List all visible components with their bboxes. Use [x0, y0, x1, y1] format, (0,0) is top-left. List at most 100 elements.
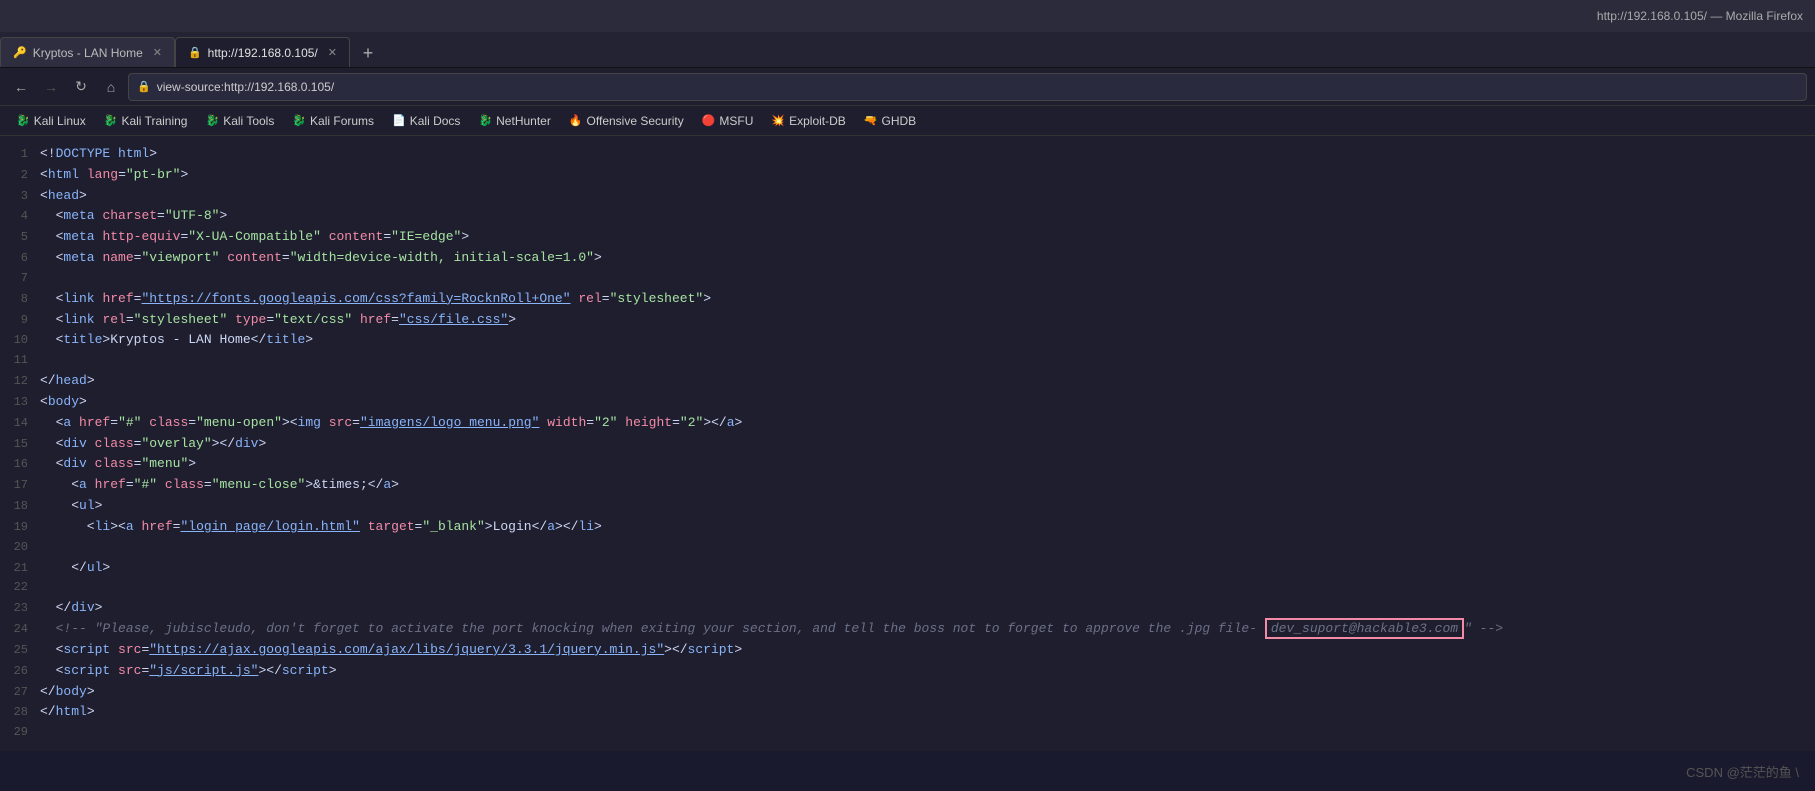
source-line-9: 9 <link rel="stylesheet" type="text/css"…: [0, 310, 1815, 331]
line-number: 29: [0, 723, 40, 742]
footer-watermark: CSDN @茫茫的鱼 \: [1686, 762, 1799, 781]
kali-linux-icon: 🐉: [16, 114, 30, 127]
line-number: 21: [0, 559, 40, 578]
source-line-21: 21 </ul>: [0, 558, 1815, 579]
source-line-4: 4 <meta charset="UTF-8">: [0, 206, 1815, 227]
line-number: 27: [0, 683, 40, 702]
source-line-2: 2<html lang="pt-br">: [0, 165, 1815, 186]
tab-source[interactable]: 🔒 http://192.168.0.105/ ✕: [175, 37, 350, 67]
tab-source-close-btn[interactable]: ✕: [328, 46, 337, 59]
offensive-security-icon: 🔥: [569, 114, 583, 127]
bookmark-nethunter[interactable]: 🐉 NetHunter: [470, 112, 558, 130]
tab-close-btn[interactable]: ✕: [153, 46, 162, 59]
source-line-29: 29: [0, 723, 1815, 743]
bookmark-msfu[interactable]: 🔴 MSFU: [694, 112, 762, 130]
tab-label: Kryptos - LAN Home: [33, 46, 143, 60]
line-content: <link href="https://fonts.googleapis.com…: [40, 289, 711, 310]
line-number: 4: [0, 207, 40, 226]
titlebar: http://192.168.0.105/ — Mozilla Firefox: [0, 0, 1815, 32]
source-line-26: 26 <script src="js/script.js"></script>: [0, 661, 1815, 682]
bookmark-offensive-security-label: Offensive Security: [587, 114, 684, 128]
line-content: </div>: [40, 598, 102, 619]
source-line-24: 24 <!-- "Please, jubiscleudo, don't forg…: [0, 619, 1815, 640]
line-number: 13: [0, 393, 40, 412]
tab-favicon: 🔑: [13, 46, 27, 59]
kali-docs-icon: 📄: [392, 114, 406, 127]
line-number: 7: [0, 269, 40, 288]
bookmark-offensive-security[interactable]: 🔥 Offensive Security: [561, 112, 692, 130]
bookmark-kali-tools-label: Kali Tools: [223, 114, 274, 128]
address-text: view-source:http://192.168.0.105/: [157, 80, 334, 94]
source-line-3: 3<head>: [0, 186, 1815, 207]
line-number: 14: [0, 414, 40, 433]
source-line-23: 23 </div>: [0, 598, 1815, 619]
line-content: <a href="#" class="menu-close">&times;</…: [40, 475, 399, 496]
bookmark-kali-training-label: Kali Training: [121, 114, 187, 128]
tab-kryptos[interactable]: 🔑 Kryptos - LAN Home ✕: [0, 37, 175, 67]
source-line-18: 18 <ul>: [0, 496, 1815, 517]
source-line-7: 7: [0, 269, 1815, 289]
source-line-19: 19 <li><a href="login_page/login.html" t…: [0, 517, 1815, 538]
line-content: <!DOCTYPE html>: [40, 144, 157, 165]
line-content: <html lang="pt-br">: [40, 165, 188, 186]
bookmark-kali-linux[interactable]: 🐉 Kali Linux: [8, 112, 94, 130]
source-line-22: 22: [0, 578, 1815, 598]
line-number: 6: [0, 249, 40, 268]
forward-button[interactable]: →: [38, 74, 64, 100]
source-line-11: 11: [0, 351, 1815, 371]
bookmarks-bar: 🐉 Kali Linux 🐉 Kali Training 🐉 Kali Tool…: [0, 106, 1815, 136]
line-content: <script src="js/script.js"></script>: [40, 661, 337, 682]
source-line-8: 8 <link href="https://fonts.googleapis.c…: [0, 289, 1815, 310]
bookmark-nethunter-label: NetHunter: [496, 114, 551, 128]
bookmark-kali-docs-label: Kali Docs: [410, 114, 461, 128]
bookmark-kali-forums[interactable]: 🐉 Kali Forums: [284, 112, 382, 130]
titlebar-text: http://192.168.0.105/ — Mozilla Firefox: [1597, 9, 1803, 23]
line-number: 11: [0, 351, 40, 370]
line-number: 22: [0, 578, 40, 597]
source-line-15: 15 <div class="overlay"></div>: [0, 434, 1815, 455]
line-number: 20: [0, 538, 40, 557]
navbar: ← → ↻ ⌂ 🔒 view-source:http://192.168.0.1…: [0, 68, 1815, 106]
line-content: </html>: [40, 702, 95, 723]
source-code-view: 1<!DOCTYPE html>2<html lang="pt-br">3<he…: [0, 136, 1815, 751]
bookmark-ghdb[interactable]: 🔫 GHDB: [856, 112, 924, 130]
line-content: <ul>: [40, 496, 102, 517]
line-content: <a href="#" class="menu-open"><img src="…: [40, 413, 742, 434]
bookmark-kali-training[interactable]: 🐉 Kali Training: [96, 112, 196, 130]
line-number: 18: [0, 497, 40, 516]
line-number: 28: [0, 703, 40, 722]
line-content: <li><a href="login_page/login.html" targ…: [40, 517, 602, 538]
bookmark-kali-forums-label: Kali Forums: [310, 114, 374, 128]
kali-tools-icon: 🐉: [205, 114, 219, 127]
line-content: <meta charset="UTF-8">: [40, 206, 227, 227]
new-tab-button[interactable]: +: [354, 39, 382, 67]
line-number: 16: [0, 455, 40, 474]
source-line-16: 16 <div class="menu">: [0, 454, 1815, 475]
reload-button[interactable]: ↻: [68, 74, 94, 100]
bookmark-ghdb-label: GHDB: [882, 114, 917, 128]
line-number: 17: [0, 476, 40, 495]
bookmark-kali-docs[interactable]: 📄 Kali Docs: [384, 112, 468, 130]
bookmark-exploit-db[interactable]: 💥 Exploit-DB: [763, 112, 853, 130]
line-content: <div class="menu">: [40, 454, 196, 475]
source-line-20: 20: [0, 538, 1815, 558]
back-button[interactable]: ←: [8, 74, 34, 100]
nethunter-icon: 🐉: [478, 114, 492, 127]
source-line-5: 5 <meta http-equiv="X-UA-Compatible" con…: [0, 227, 1815, 248]
tab-source-label: http://192.168.0.105/: [208, 46, 318, 60]
line-content: </body>: [40, 682, 95, 703]
line-number: 10: [0, 331, 40, 350]
line-number: 15: [0, 435, 40, 454]
source-line-14: 14 <a href="#" class="menu-open"><img sr…: [0, 413, 1815, 434]
line-number: 1: [0, 145, 40, 164]
line-number: 8: [0, 290, 40, 309]
msfu-icon: 🔴: [702, 114, 716, 127]
home-button[interactable]: ⌂: [98, 74, 124, 100]
line-number: 5: [0, 228, 40, 247]
kali-training-icon: 🐉: [104, 114, 118, 127]
bookmark-kali-tools[interactable]: 🐉 Kali Tools: [197, 112, 282, 130]
address-bar[interactable]: 🔒 view-source:http://192.168.0.105/: [128, 73, 1807, 101]
line-content: </ul>: [40, 558, 110, 579]
line-number: 3: [0, 187, 40, 206]
line-number: 24: [0, 620, 40, 639]
